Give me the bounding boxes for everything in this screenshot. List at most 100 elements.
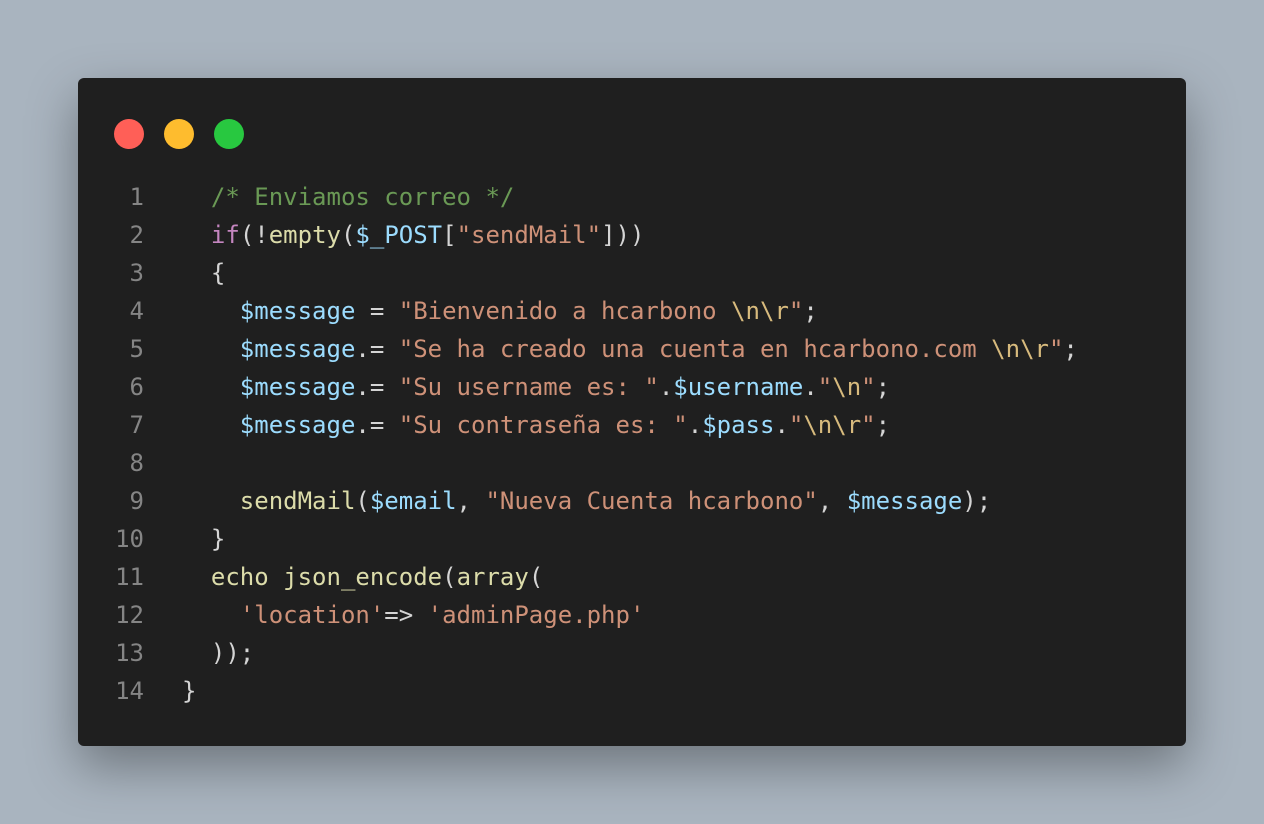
code-token: ; — [1063, 335, 1078, 363]
code-token: $message — [846, 487, 963, 515]
code-token: \n\r — [991, 335, 1049, 363]
code-line: 7 $message.= "Su contraseña es: ".$pass.… — [78, 406, 1186, 444]
code-token: $message — [239, 297, 356, 325]
line-number: 14 — [115, 677, 144, 705]
code-line: 5 $message.= "Se ha creado una cuenta en… — [78, 330, 1186, 368]
code-line-content: sendMail($email, "Nueva Cuenta hcarbono"… — [182, 482, 991, 520]
code-token: empty — [268, 221, 341, 249]
code-token: )); — [182, 639, 255, 667]
code-token: " — [788, 411, 804, 439]
code-line-content: $message = "Bienvenido a hcarbono \n\r"; — [182, 292, 818, 330]
code-token: " — [1048, 335, 1064, 363]
code-line-content: )); — [182, 634, 254, 672]
code-token: => — [384, 601, 428, 629]
code-line-content: $message.= "Su username es: ".$username.… — [182, 368, 890, 406]
maximize-dot-icon[interactable] — [214, 119, 244, 149]
code-token: .= — [355, 335, 399, 363]
code-line-content: } — [182, 520, 225, 558]
code-token: ( — [528, 563, 544, 591]
code-token: ; — [875, 373, 891, 401]
code-line-content: /* Enviamos correo */ — [182, 178, 514, 216]
code-token: \n\r — [803, 411, 862, 439]
code-line: 6 $message.= "Su username es: ".$usernam… — [78, 368, 1186, 406]
code-line: 4 $message = "Bienvenido a hcarbono \n\r… — [78, 292, 1186, 330]
code-token: (! — [239, 221, 269, 249]
code-token: , — [817, 487, 847, 515]
code-token: . — [803, 373, 818, 401]
minimize-dot-icon[interactable] — [164, 119, 194, 149]
code-token: " — [817, 373, 833, 401]
code-token: { — [182, 259, 226, 287]
code-block: 1 /* Enviamos correo */2 if(!empty($_POS… — [78, 178, 1186, 710]
line-number: 13 — [115, 639, 144, 667]
code-token: "Se ha creado una cuenta en hcarbono.com — [398, 335, 992, 363]
code-token: ( — [442, 563, 457, 591]
code-line-content: { — [182, 254, 225, 292]
code-token: ; — [875, 411, 891, 439]
code-token: echo — [210, 563, 269, 591]
code-token: \n\r — [731, 297, 789, 325]
code-line: 9 sendMail($email, "Nueva Cuenta hcarbon… — [78, 482, 1186, 520]
code-token: .= — [355, 411, 399, 439]
code-token: \n — [832, 373, 862, 401]
code-token: " — [861, 373, 876, 401]
code-token: "Su username es: " — [398, 373, 659, 401]
code-line-content: 'location'=> 'adminPage.php' — [182, 596, 645, 634]
code-token: "sendMail" — [456, 221, 602, 249]
code-token: $username — [673, 373, 804, 401]
code-token: "Nueva Cuenta hcarbono" — [485, 487, 818, 515]
code-line: 11 echo json_encode(array( — [78, 558, 1186, 596]
line-number: 5 — [129, 335, 144, 363]
code-line: 2 if(!empty($_POST["sendMail"])) — [78, 216, 1186, 254]
code-token: ( — [340, 221, 356, 249]
close-dot-icon[interactable] — [114, 119, 144, 149]
code-token: , — [456, 487, 486, 515]
code-token: $email — [369, 487, 457, 515]
code-token: 'adminPage.php' — [427, 601, 645, 629]
code-token: json_encode — [283, 563, 443, 591]
code-token: ( — [355, 487, 370, 515]
line-number: 1 — [129, 183, 144, 211]
code-line-content: if(!empty($_POST["sendMail"])) — [182, 216, 645, 254]
line-number: 11 — [115, 563, 144, 591]
code-token: if — [210, 221, 240, 249]
line-number: 4 — [129, 297, 144, 325]
code-token: $_POST — [355, 221, 443, 249]
code-token: [ — [442, 221, 457, 249]
line-number: 2 — [129, 221, 144, 249]
code-line: 12 'location'=> 'adminPage.php' — [78, 596, 1186, 634]
code-token: ])) — [601, 221, 645, 249]
code-token: $message — [239, 411, 356, 439]
code-line: 3 { — [78, 254, 1186, 292]
line-number: 8 — [129, 449, 144, 477]
code-token: . — [774, 411, 789, 439]
code-line-content: } — [182, 672, 196, 710]
line-number: 3 — [129, 259, 144, 287]
code-token: " — [861, 411, 876, 439]
code-line: 1 /* Enviamos correo */ — [78, 178, 1186, 216]
code-token: $message — [239, 335, 356, 363]
code-line: 8 — [78, 444, 1186, 482]
code-token: array — [456, 563, 529, 591]
code-window: 1 /* Enviamos correo */2 if(!empty($_POS… — [78, 78, 1186, 746]
code-line-content: $message.= "Se ha creado una cuenta en h… — [182, 330, 1078, 368]
code-token: . — [687, 411, 703, 439]
line-number: 10 — [115, 525, 144, 553]
code-token: "Bienvenido a hcarbono — [398, 297, 732, 325]
code-token: = — [355, 297, 399, 325]
code-token: ); — [962, 487, 992, 515]
line-number: 7 — [129, 411, 144, 439]
code-line-content: echo json_encode(array( — [182, 558, 543, 596]
code-token: " — [788, 297, 804, 325]
line-number: 9 — [129, 487, 144, 515]
code-token: 'location' — [239, 601, 385, 629]
